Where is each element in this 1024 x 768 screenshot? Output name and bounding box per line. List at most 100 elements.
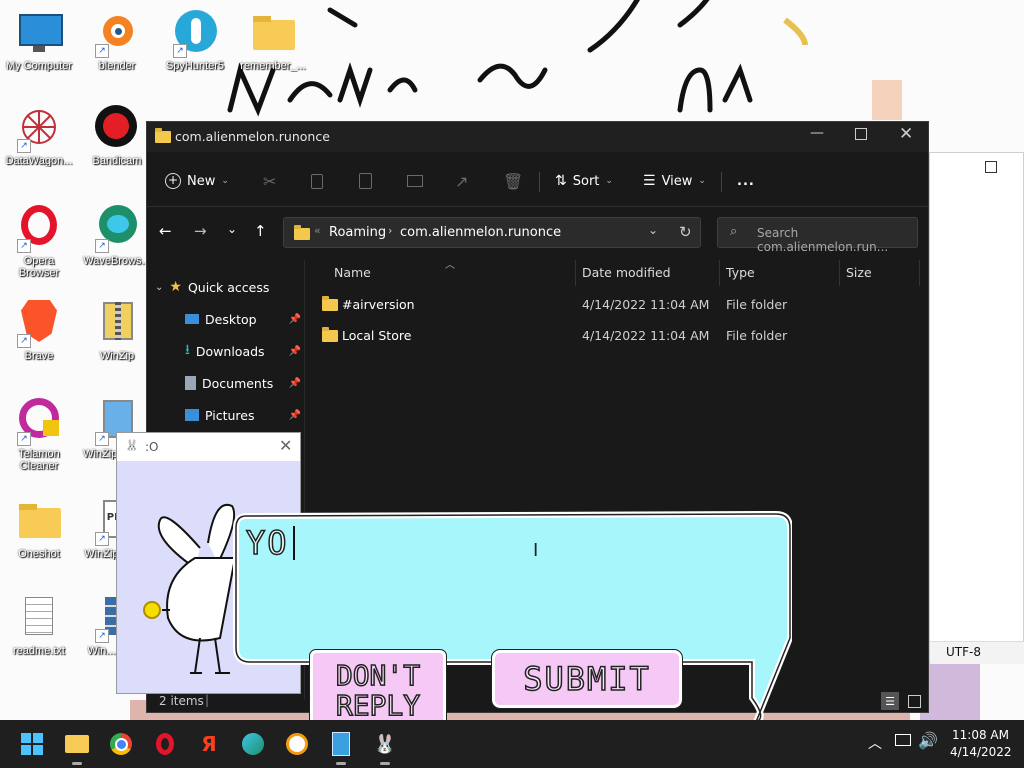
opera-taskbar-icon[interactable] (151, 730, 179, 758)
desktop-icon-winzip[interactable]: WinZip (78, 300, 156, 362)
desktop-icon-opera[interactable]: ↗ Opera Browser (0, 205, 78, 279)
share-icon[interactable]: ↗ (455, 160, 468, 202)
breadcrumb-separator-icon: › (388, 224, 393, 237)
rename-icon[interactable] (407, 160, 423, 202)
edge-icon[interactable] (239, 730, 267, 758)
close-icon[interactable]: ✕ (899, 124, 913, 144)
network-icon[interactable] (895, 734, 911, 746)
minimize-icon[interactable]: — (810, 125, 824, 141)
pet-window-title: :O (145, 440, 159, 454)
submit-button[interactable]: SUBMIT (491, 649, 683, 709)
back-arrow-icon[interactable]: ← (159, 222, 172, 240)
search-box[interactable]: ⌕ Search com.alienmelon.run... (717, 217, 918, 254)
address-bar[interactable]: « Roaming › com.alienmelon.runonce ⌄ ↻ (283, 217, 701, 248)
file-row[interactable]: #airversion 4/14/2022 11:04 AM File fold… (317, 291, 917, 319)
volume-icon[interactable]: 🔊 (918, 731, 938, 750)
search-icon: ⌕ (730, 224, 738, 239)
plus-icon: + (165, 173, 181, 189)
chrome-icon[interactable] (107, 730, 135, 758)
winzip-icon (93, 300, 141, 348)
cut-icon[interactable]: ✂ (263, 160, 276, 202)
desktop-icon-bandicam[interactable]: Bandicam (78, 105, 156, 167)
spyhunter-icon: ↗ (171, 10, 219, 58)
address-dropdown-icon[interactable]: ⌄ (648, 223, 658, 237)
tiles-view-icon[interactable] (905, 692, 923, 710)
desktop-icon-datawagon[interactable]: ↗ DataWagon... (0, 105, 78, 167)
close-icon[interactable]: ✕ (279, 436, 292, 455)
notepad-window[interactable]: UTF-8 (929, 152, 1024, 664)
folder-icon (155, 128, 171, 143)
chevron-down-icon: ⌄ (605, 176, 613, 186)
copy-icon[interactable] (311, 160, 323, 202)
avast-browser-icon[interactable] (283, 730, 311, 758)
blender-icon: ↗ (93, 10, 141, 58)
delete-icon[interactable]: 🗑 (503, 160, 523, 202)
desktop-icon-oneshot[interactable]: Oneshot (0, 498, 78, 560)
pin-icon: 📌 (288, 313, 301, 325)
path-overflow[interactable]: « (314, 224, 321, 237)
pet-title-bar[interactable]: 🐰 :O ✕ (117, 433, 300, 461)
tray-chevron-up-icon[interactable]: ︿ (868, 733, 882, 753)
title-bar[interactable]: com.alienmelon.runonce — ✕ (147, 122, 928, 152)
bunny-icon: 🐰 (125, 439, 139, 452)
bunny-app-taskbar-icon[interactable]: 🐰 (371, 730, 399, 758)
datawagon-icon: ↗ (15, 105, 63, 153)
clock-time[interactable]: 11:08 AM (952, 728, 1009, 742)
details-view-icon[interactable]: ☰ (881, 692, 899, 710)
status-item-count: 2 items (159, 694, 204, 708)
forward-arrow-icon[interactable]: → (194, 222, 207, 240)
column-header-name[interactable]: Name (334, 265, 371, 280)
nav-item-desktop[interactable]: Desktop 📌 (185, 304, 303, 334)
paste-icon[interactable] (359, 160, 372, 202)
message-input[interactable]: YO (245, 523, 289, 563)
column-header-type[interactable]: Type (726, 265, 755, 280)
breadcrumb-current[interactable]: com.alienmelon.runonce (400, 225, 561, 240)
nav-item-documents[interactable]: Documents 📌 (185, 368, 303, 398)
nav-item-pictures[interactable]: Pictures 📌 (185, 400, 303, 430)
column-header-date[interactable]: Date modified (582, 265, 671, 280)
star-icon: ★ (169, 279, 182, 295)
wavebrowser-icon: ↗ (93, 205, 141, 253)
desktop-icon-remember[interactable]: remember_... (234, 10, 312, 72)
file-explorer-taskbar-icon[interactable] (63, 730, 91, 758)
desktop-icon-blender[interactable]: ↗ blender (78, 10, 156, 72)
file-row[interactable]: Local Store 4/14/2022 11:04 AM File fold… (317, 322, 917, 350)
text-caret (293, 526, 295, 560)
nav-quick-access[interactable]: ⌄ ★ Quick access (155, 272, 269, 302)
new-button[interactable]: + New ⌄ (165, 160, 229, 202)
start-windows-icon[interactable] (18, 730, 46, 758)
encoding-label: UTF-8 (946, 645, 981, 659)
maximize-icon[interactable] (855, 128, 867, 140)
chevron-down-icon: ⌄ (155, 281, 164, 293)
up-arrow-icon[interactable]: ↑ (254, 222, 267, 240)
breadcrumb-roaming[interactable]: Roaming (329, 225, 386, 240)
view-button[interactable]: ☰ View ⌄ (643, 160, 706, 202)
desktop-icon-wavebrowser[interactable]: ↗ WaveBrows... (78, 205, 156, 267)
desktop-icon (185, 314, 199, 324)
desktop-icon-readme[interactable]: readme.txt (0, 595, 78, 657)
sort-button[interactable]: ⇅ Sort ⌄ (555, 160, 613, 202)
yandex-icon[interactable]: Я (195, 730, 223, 758)
download-icon: ⭳ (185, 342, 190, 358)
opera-icon: ↗ (15, 205, 63, 253)
desktop-icon-telamon[interactable]: ↗ Telamon Cleaner (0, 398, 78, 472)
clock-date[interactable]: 4/14/2022 (950, 745, 1012, 759)
nav-item-downloads[interactable]: ⭳ Downloads 📌 (185, 336, 303, 366)
desktop-icon-my-computer[interactable]: My Computer (0, 10, 78, 72)
chevron-down-icon: ⌄ (698, 176, 706, 186)
notepad-taskbar-icon[interactable] (327, 730, 355, 758)
desktop-icon-spyhunter[interactable]: ↗ SpyHunter5 (156, 10, 234, 72)
view-icon: ☰ (643, 173, 656, 189)
more-options-button[interactable]: ... (737, 160, 755, 202)
folder-icon (294, 225, 310, 240)
folder-icon (322, 296, 338, 311)
pin-icon: 📌 (288, 345, 301, 357)
recent-chevron-icon[interactable]: ⌄ (227, 222, 237, 236)
refresh-icon[interactable]: ↻ (679, 223, 692, 241)
picture-icon (185, 409, 199, 421)
desktop-icon-brave[interactable]: ↗ Brave (0, 300, 78, 362)
i-beam-cursor-icon: I (533, 540, 539, 561)
column-header-size[interactable]: Size (846, 265, 872, 280)
maximize-icon[interactable] (985, 161, 997, 173)
pin-icon: 📌 (288, 377, 301, 389)
